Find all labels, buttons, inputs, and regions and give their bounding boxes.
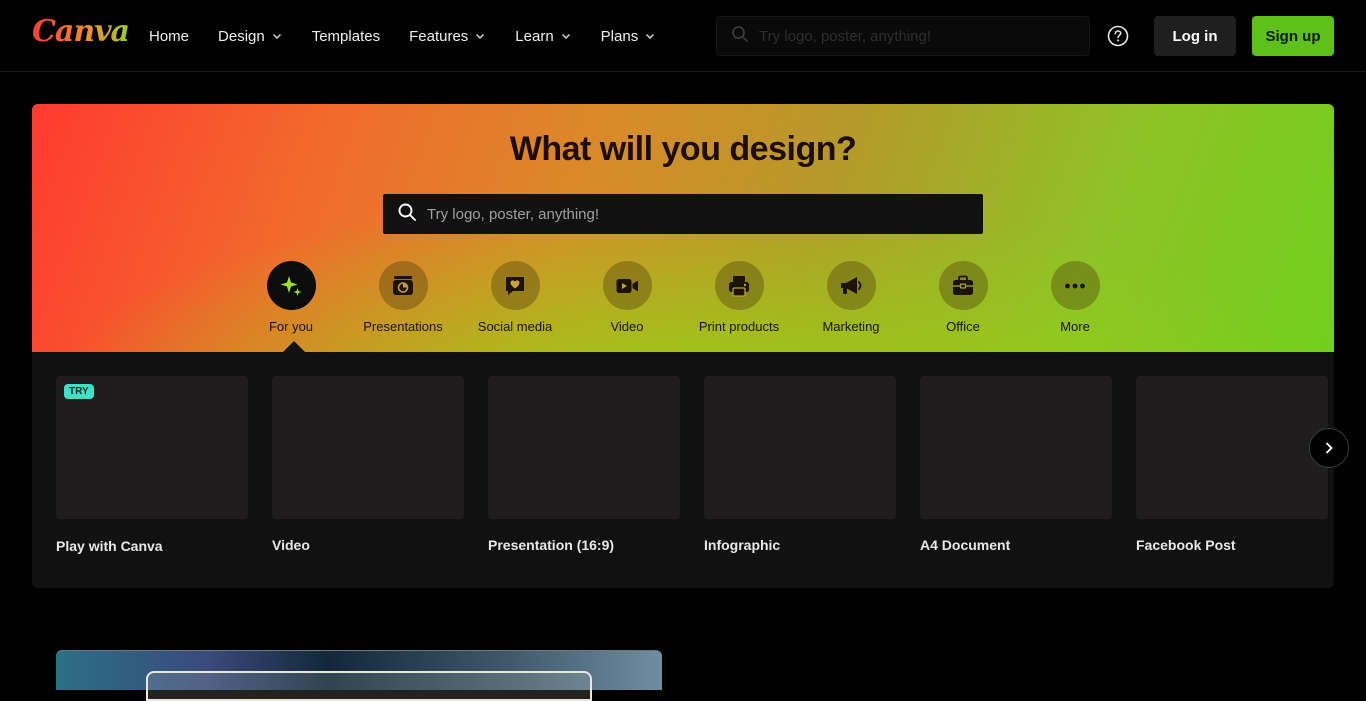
hero-search-input[interactable] — [427, 205, 967, 223]
search-icon — [731, 25, 749, 48]
card-label: Facebook Post — [1136, 537, 1236, 553]
category-icon-wrap — [1050, 261, 1100, 310]
category-label: Video — [610, 319, 644, 334]
nav-plans[interactable]: Plans — [601, 28, 657, 45]
nav-home[interactable]: Home — [149, 28, 189, 45]
card-thumbnail — [1136, 376, 1328, 519]
category-social-media[interactable]: Social media — [459, 261, 571, 334]
card-video[interactable]: Video — [272, 376, 464, 553]
nav-links: Home Design Templates Features Learn Pla… — [149, 0, 685, 72]
category-presentations[interactable]: Presentations — [347, 261, 459, 334]
category-print-products[interactable]: Print products — [683, 261, 795, 334]
category-icon-wrap — [602, 261, 652, 310]
nav-design[interactable]: Design — [218, 28, 283, 45]
top-nav: Canva Home Design Templates Features Lea… — [0, 0, 1366, 72]
nav-templates-label: Templates — [311, 27, 381, 45]
category-icon-wrap — [378, 261, 428, 310]
heart-message-icon — [506, 276, 524, 295]
nav-plans-label: Plans — [600, 27, 639, 45]
top-search-bar[interactable] — [716, 16, 1090, 56]
nav-features-label: Features — [409, 27, 469, 45]
search-icon — [397, 202, 417, 227]
category-label: Office — [946, 319, 980, 334]
card-label: Video — [272, 537, 310, 553]
card-label: Presentation (16:9) — [488, 537, 615, 553]
nav-learn[interactable]: Learn — [515, 28, 571, 45]
carousel-next-button[interactable] — [1309, 428, 1349, 468]
presentation-chart-icon — [393, 275, 413, 295]
hero-banner: What will you design? For you Presentati… — [32, 104, 1334, 352]
chevron-down-icon — [560, 30, 572, 42]
category-label: Social media — [477, 319, 553, 334]
card-label: A4 Document — [920, 537, 1011, 553]
category-marketing[interactable]: Marketing — [795, 261, 907, 334]
login-button[interactable]: Log in — [1154, 16, 1236, 56]
printer-icon — [729, 275, 749, 297]
preview-frame — [146, 671, 592, 701]
signup-button[interactable]: Sign up — [1252, 16, 1334, 56]
canva-logo[interactable]: Canva — [32, 14, 130, 49]
try-badge: TRY — [64, 384, 94, 399]
card-thumbnail — [920, 376, 1112, 519]
chevron-right-icon — [1326, 442, 1333, 454]
category-label: Print products — [698, 319, 780, 334]
nav-design-label: Design — [218, 27, 265, 45]
card-a4-document[interactable]: A4 Document — [920, 376, 1112, 553]
card-thumbnail — [704, 376, 896, 519]
card-label: Infographic — [704, 537, 781, 553]
category-icon-wrap — [266, 261, 316, 310]
nav-features[interactable]: Features — [409, 28, 486, 45]
category-label: Marketing — [822, 319, 880, 334]
category-more[interactable]: More — [1019, 261, 1131, 334]
video-camera-icon — [616, 278, 638, 293]
category-icon-wrap — [826, 261, 876, 310]
design-types-carousel: TRY Play with Canva Video Presentation (… — [32, 352, 1349, 588]
category-label: Presentations — [363, 319, 443, 334]
briefcase-icon — [953, 275, 973, 295]
category-icon-wrap — [938, 261, 988, 310]
top-search-input[interactable] — [759, 27, 1059, 45]
category-office[interactable]: Office — [907, 261, 1019, 334]
megaphone-icon — [841, 276, 862, 294]
feature-preview-image — [56, 650, 662, 701]
active-tab-pointer — [283, 341, 305, 352]
category-icon-wrap — [714, 261, 764, 310]
card-thumbnail: TRY — [56, 376, 248, 519]
chevron-down-icon — [474, 30, 486, 42]
nav-home-label: Home — [149, 27, 190, 45]
nav-templates[interactable]: Templates — [312, 28, 380, 45]
category-label: For you — [268, 319, 314, 334]
category-video[interactable]: Video — [571, 261, 683, 334]
hero-title: What will you design? — [509, 130, 857, 168]
more-dots-icon — [1065, 283, 1085, 288]
card-thumbnail — [272, 376, 464, 519]
category-label: More — [1060, 319, 1090, 334]
category-for-you[interactable]: For you — [235, 261, 347, 352]
card-play-with-canva[interactable]: TRY Play with Canva — [56, 376, 248, 554]
card-label: Play with Canva — [56, 538, 163, 554]
hero-search-bar[interactable] — [383, 194, 983, 234]
card-infographic[interactable]: Infographic — [704, 376, 896, 553]
card-presentation[interactable]: Presentation (16:9) — [488, 376, 680, 553]
sparkle-icon — [280, 275, 302, 296]
card-thumbnail — [488, 376, 680, 519]
category-icon-wrap — [490, 261, 540, 310]
chevron-down-icon — [271, 30, 283, 42]
chevron-down-icon — [644, 30, 656, 42]
nav-learn-label: Learn — [515, 27, 554, 45]
help-icon[interactable] — [1107, 25, 1129, 47]
card-facebook-post[interactable]: Facebook Post — [1136, 376, 1328, 553]
